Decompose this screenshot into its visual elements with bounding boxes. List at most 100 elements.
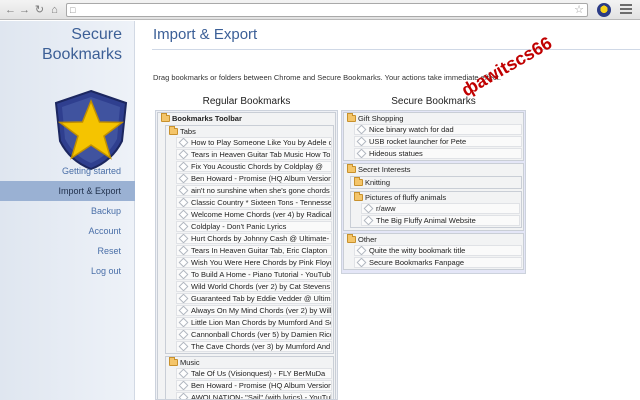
bookmark-item[interactable]: r/aww [361,203,520,214]
sidebar: Secure Bookmarks Getting started Import &… [0,21,135,400]
bookmark-item[interactable]: Wild World Chords (ver 2) by Cat Stevens… [176,281,332,292]
watermark-text: фаwitscs66 [458,32,556,101]
folder-header[interactable]: Knitting [351,177,521,188]
bookmark-item[interactable]: Hideous statues [354,148,522,159]
page-icon: □ [70,5,76,15]
sidebar-item-reset[interactable]: Reset [0,241,135,261]
folder-label: Bookmarks Toolbar [172,114,242,123]
folder-list: Tabs How to Play Someone Like You by Adel… [164,125,335,399]
folder-label: Gift Shopping [358,114,404,123]
bookmark-title: Ben Howard - Promise (HQ Album Version) … [191,381,332,390]
bookmark-title: Hideous statues [369,149,423,158]
bookmark-item[interactable]: Wish You Were Here Chords by Pink Floyd … [176,257,332,268]
folder-header[interactable]: Secret Interests [344,164,523,175]
bookmark-item[interactable]: Classic Country * Sixteen Tons - Tenness… [176,197,332,208]
bookmark-item[interactable]: Ben Howard - Promise (HQ Album Version) … [176,173,332,184]
bookmark-folder[interactable]: Tabs How to Play Someone Like You by Adel… [165,125,334,354]
bookmark-item[interactable]: How to Play Someone Like You by Adele on [176,137,332,148]
sidebar-item-account[interactable]: Account [0,221,135,241]
bookmark-item[interactable]: To Build A Home - Piano Tutorial - YouTu… [176,269,332,280]
reload-icon[interactable]: ↻ [33,3,46,17]
bookmark-item[interactable]: Secure Bookmarks Fanpage [354,257,522,268]
bookmark-item[interactable]: Fix You Acoustic Chords by Coldplay @ [176,161,332,172]
bookmark-icon [178,330,189,339]
bookmark-title: Tears in Heaven Guitar Tab Music How To [191,150,331,159]
secure-subfolder[interactable]: Pictures of fluffy animals r/aww The Big F… [350,191,522,228]
bookmark-title: Hurt Chords by Johnny Cash @ Ultimate- [191,234,330,243]
bookmark-star-icon[interactable]: ☆ [574,4,584,16]
bookmark-item[interactable]: Little Lion Man Chords by Mumford And So… [176,317,332,328]
bookmark-title: Wild World Chords (ver 2) by Cat Stevens… [191,282,332,291]
bookmark-icon [178,306,189,315]
folder-header[interactable]: Tabs [166,126,333,137]
back-icon[interactable]: ← [4,3,17,17]
bookmark-title: How to Play Someone Like You by Adele on [191,138,332,147]
bookmark-icon [356,258,367,267]
folder-header[interactable]: Gift Shopping [344,113,523,124]
bookmark-icon [356,125,367,134]
bookmark-title: Tears In Heaven Guitar Tab, Eric Clapton [191,246,328,255]
folder-label: Knitting [365,178,391,187]
bookmarks-toolbar-folder[interactable]: Bookmarks Toolbar Tabs How to Play Someon… [157,112,336,399]
bookmark-item[interactable]: Coldplay - Don't Panic Lyrics [176,221,332,232]
secure-bookmarks-panel[interactable]: Gift Shopping Nice binary watch for dad US… [341,110,526,274]
bookmark-item[interactable]: Nice binary watch for dad [354,124,522,135]
bookmark-item[interactable]: Quite the witty bookmark title [354,245,522,256]
bookmark-item[interactable]: USB rocket launcher for Pete [354,136,522,147]
folder-list: Gift Shopping Nice binary watch for dad US… [342,112,525,270]
address-bar[interactable]: □ ☆ [66,3,588,17]
sidebar-item-import-export[interactable]: Import & Export [0,181,135,201]
bookmark-icon [178,234,189,243]
bookmark-item[interactable]: Ben Howard - Promise (HQ Album Version) … [176,380,332,391]
bookmark-item[interactable]: Tale Of Us (Visionquest) - FLY BerMuDa [176,368,332,379]
bookmark-icon [363,204,374,213]
folder-header[interactable]: Other [344,234,523,245]
bookmark-icon [178,342,189,351]
bookmark-icon [178,222,189,231]
sidebar-item-getting-started[interactable]: Getting started [0,161,135,181]
bookmark-icon [356,137,367,146]
secure-subfolder[interactable]: Knitting [350,176,522,189]
bookmark-icon [178,186,189,195]
bookmark-title: The Big Fluffy Animal Website [376,216,476,225]
bookmark-title: Fix You Acoustic Chords by Coldplay @ [191,162,323,171]
bookmark-icon [178,246,189,255]
page-title: Import & Export [153,26,258,43]
bookmark-icon [178,258,189,267]
bookmark-item[interactable]: Guaranteed Tab by Eddie Vedder @ Ultimat… [176,293,332,304]
bookmark-icon [178,210,189,219]
bookmark-item[interactable]: AWOLNATION- "Sail" (with lyrics) - YouTu… [176,392,332,399]
folder-header[interactable]: Music [166,357,333,368]
bookmark-title: Secure Bookmarks Fanpage [369,258,465,267]
bookmark-item[interactable]: Tears in Heaven Guitar Tab Music How To [176,149,332,160]
regular-bookmarks-panel[interactable]: Bookmarks Toolbar Tabs How to Play Someon… [155,110,338,400]
bookmark-item[interactable]: The Big Fluffy Animal Website [361,215,520,226]
bookmark-item[interactable]: Always On My Mind Chords (ver 2) by Will… [176,305,332,316]
bookmark-item[interactable]: Cannonball Chords (ver 5) by Damien Rice… [176,329,332,340]
extension-icon[interactable] [597,3,611,17]
menu-icon[interactable] [620,4,632,16]
folder-icon [169,357,178,366]
folder-icon [354,177,363,186]
folder-header[interactable]: Bookmarks Toolbar [158,113,335,124]
folder-icon [347,113,356,122]
bookmark-title: Classic Country * Sixteen Tons - Tenness… [191,198,332,207]
bookmark-item[interactable]: ain't no sunshine when she's gone chords… [176,185,332,196]
forward-icon[interactable]: → [18,3,31,17]
bookmark-icon [356,246,367,255]
bookmark-item[interactable]: Tears In Heaven Guitar Tab, Eric Clapton [176,245,332,256]
secure-folder[interactable]: Other Quite the witty bookmark title Secur… [343,233,524,270]
sidebar-item-log-out[interactable]: Log out [0,261,135,281]
bookmark-item[interactable]: Welcome Home Chords (ver 4) by Radical [176,209,332,220]
sidebar-item-backup[interactable]: Backup [0,201,135,221]
folder-header[interactable]: Pictures of fluffy animals [351,192,521,203]
secure-folder[interactable]: Gift Shopping Nice binary watch for dad US… [343,112,524,161]
bookmark-icon [178,381,189,390]
secure-folder[interactable]: Secret Interests Knitting Pictures of fluf… [343,163,524,231]
bookmark-icon [356,149,367,158]
bookmark-item[interactable]: Hurt Chords by Johnny Cash @ Ultimate- [176,233,332,244]
home-icon[interactable]: ⌂ [48,3,61,17]
bookmark-item[interactable]: The Cave Chords (ver 3) by Mumford And [176,341,332,352]
bookmark-title: Nice binary watch for dad [369,125,454,134]
bookmark-folder[interactable]: Music Tale Of Us (Visionquest) - FLY BerM… [165,356,334,399]
